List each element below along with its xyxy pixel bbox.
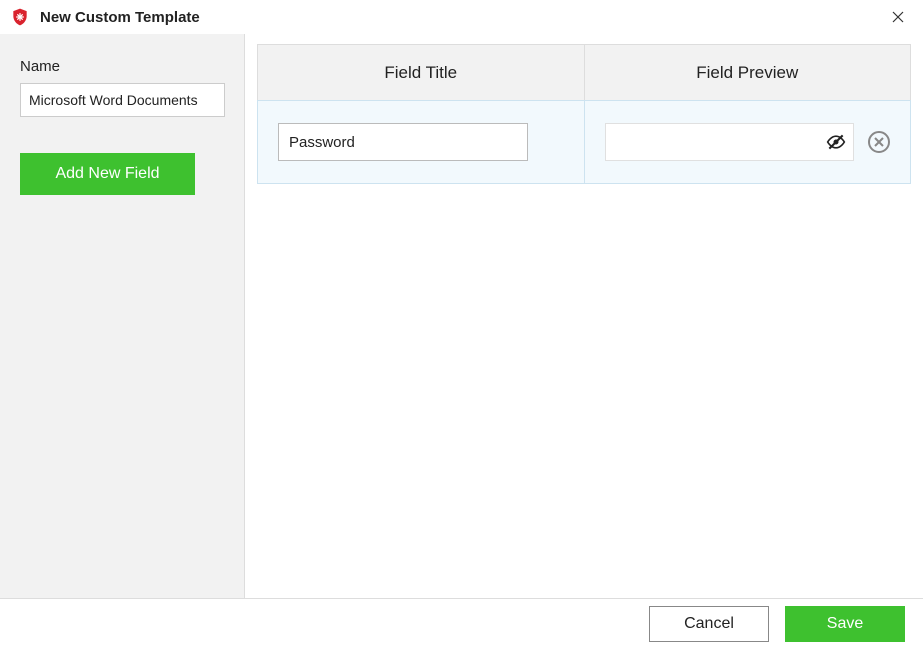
cell-field-title — [258, 101, 585, 183]
titlebar: New Custom Template — [0, 0, 923, 34]
column-header-field-preview: Field Preview — [585, 45, 911, 100]
toggle-visibility-icon[interactable] — [826, 132, 846, 152]
name-label: Name — [20, 58, 224, 75]
sidebar: Name Add New Field — [0, 34, 245, 598]
remove-field-button[interactable] — [868, 131, 890, 153]
close-icon — [892, 11, 904, 23]
cancel-button[interactable]: Cancel — [649, 606, 769, 642]
field-title-input[interactable] — [278, 123, 528, 161]
name-input[interactable] — [20, 83, 225, 117]
main-area: Name Add New Field Field Title Field Pre… — [0, 34, 923, 598]
cell-field-preview — [585, 123, 911, 161]
footer: Cancel Save — [0, 598, 923, 649]
add-new-field-button[interactable]: Add New Field — [20, 153, 195, 195]
window-title: New Custom Template — [40, 9, 883, 26]
close-button[interactable] — [883, 2, 913, 32]
content-area: Field Title Field Preview — [245, 34, 923, 598]
app-shield-icon — [10, 7, 30, 27]
field-preview-input[interactable] — [605, 123, 855, 161]
table-header: Field Title Field Preview — [257, 44, 911, 100]
x-icon — [874, 137, 884, 147]
save-button[interactable]: Save — [785, 606, 905, 642]
column-header-field-title: Field Title — [258, 45, 585, 100]
table-row — [257, 100, 911, 184]
